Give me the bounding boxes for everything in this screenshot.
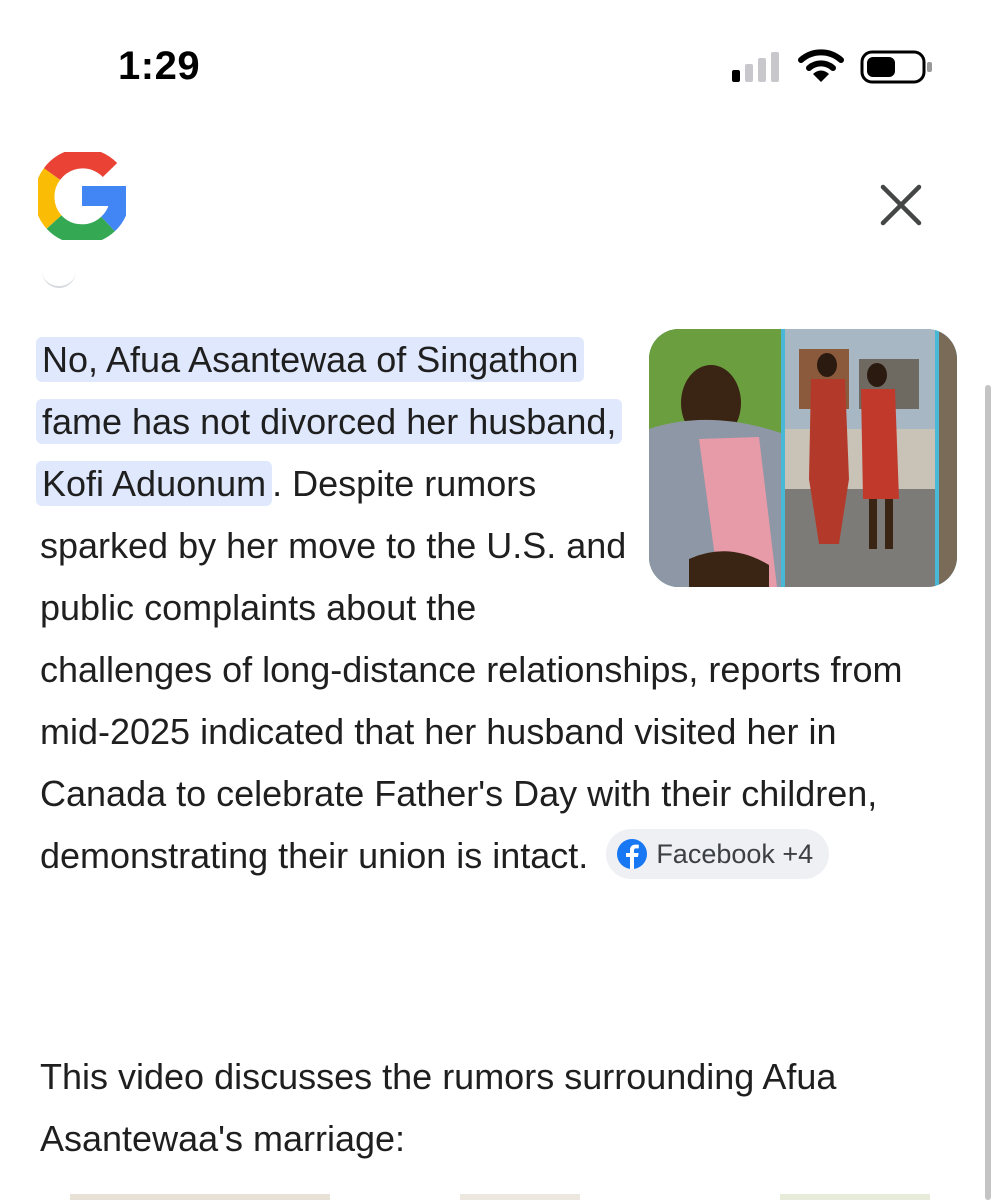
status-time: 1:29 (118, 44, 201, 88)
battery-icon (860, 50, 932, 84)
video-preview-edge (0, 1180, 999, 1200)
video-intro-text: This video discusses the rumors surround… (40, 1056, 837, 1159)
google-logo-icon (38, 152, 126, 240)
answer-thumbnail[interactable] (649, 329, 957, 587)
close-button[interactable] (874, 178, 928, 232)
source-chip-label: Facebook +4 (656, 839, 814, 870)
ai-answer: No, Afua Asantewaa of Singathon fame has… (36, 329, 957, 887)
wifi-icon (798, 49, 844, 82)
content-edge (42, 268, 76, 288)
facebook-icon (617, 839, 648, 870)
cellular-signal-icon (732, 52, 779, 82)
close-icon (880, 184, 922, 226)
source-chip[interactable]: Facebook +4 (606, 829, 830, 880)
scrollbar[interactable] (985, 385, 991, 1200)
thumbnail-image (649, 329, 957, 587)
